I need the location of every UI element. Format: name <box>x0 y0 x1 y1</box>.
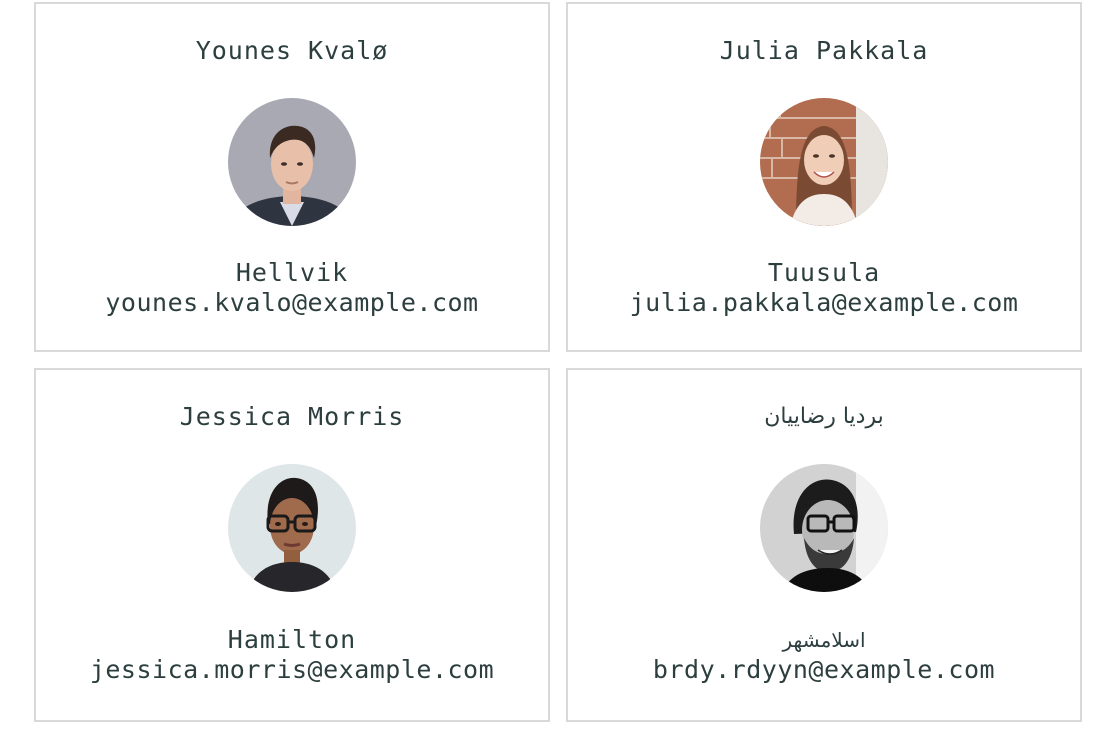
user-name: Jessica Morris <box>179 402 405 431</box>
user-card[interactable]: بردیا رضاییان اسلامشهر brdy.rdyyn@exampl… <box>566 368 1082 722</box>
portrait-woman-glasses-icon <box>228 464 356 592</box>
portrait-man-glasses-bw-icon <box>760 464 888 592</box>
user-city: Tuusula <box>767 258 881 287</box>
user-avatar <box>760 98 888 226</box>
user-card-grid: Younes Kvalø Hellvik younes.kvalo@exampl… <box>34 2 1082 722</box>
user-card[interactable]: Younes Kvalø Hellvik younes.kvalo@exampl… <box>34 2 550 352</box>
user-city: Hamilton <box>227 625 357 654</box>
user-name: بردیا رضاییان <box>764 404 884 429</box>
user-avatar <box>760 464 888 592</box>
user-card[interactable]: Julia Pakkala Tuusula julia.pakkala@exam… <box>566 2 1082 352</box>
user-email[interactable]: brdy.rdyyn@example.com <box>568 654 1080 686</box>
portrait-woman-brick-wall-icon <box>760 98 888 226</box>
user-email[interactable]: julia.pakkala@example.com <box>568 287 1080 319</box>
user-city: Hellvik <box>235 258 349 287</box>
user-card[interactable]: Jessica Morris Hamilton jessica.morris@e… <box>34 368 550 722</box>
user-city: اسلامشهر <box>782 628 866 652</box>
user-avatar <box>228 464 356 592</box>
user-name: Julia Pakkala <box>719 36 929 65</box>
user-email[interactable]: jessica.morris@example.com <box>36 654 548 686</box>
portrait-man-suit-icon <box>228 98 356 226</box>
user-name: Younes Kvalø <box>195 36 389 65</box>
user-email[interactable]: younes.kvalo@example.com <box>36 287 548 319</box>
user-avatar <box>228 98 356 226</box>
